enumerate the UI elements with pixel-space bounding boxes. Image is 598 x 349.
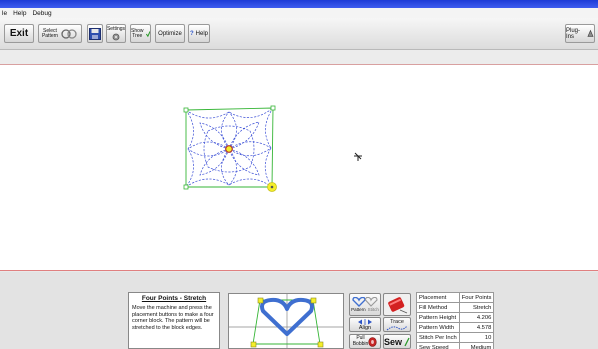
trace-path-icon	[386, 325, 408, 330]
property-row[interactable]: Placement Four Points	[416, 292, 495, 303]
needle-position-dot	[270, 185, 274, 189]
property-value[interactable]: 4.206	[458, 312, 495, 323]
pattern-stitch-toggle[interactable]: Pattern Stitch	[349, 293, 381, 316]
placement-description-body: Move the machine and press the placement…	[132, 305, 214, 331]
placement-description-box: Four Points - Stretch Move the machine a…	[128, 292, 220, 349]
property-row[interactable]: Pattern Width 4.578	[416, 322, 495, 333]
question-mark-icon: ?	[189, 30, 194, 37]
thread-spool-button[interactable]	[383, 293, 411, 316]
sew-label: Sew	[384, 336, 403, 347]
align-button[interactable]: Align	[349, 317, 381, 332]
properties-table: Placement Four Points Fill Method Stretch Pa…	[416, 292, 495, 349]
property-label: Stitch Per Inch	[416, 332, 460, 343]
bottom-panel: Four Points - Stretch Move the machine a…	[0, 272, 598, 349]
toolbar-spacer	[0, 50, 598, 64]
show-tree-label-line2: Tree	[132, 32, 143, 39]
property-value[interactable]: Four Points	[458, 292, 495, 303]
property-label: Pattern Width	[416, 322, 460, 333]
gear-icon	[112, 33, 120, 40]
exit-button-label: Exit	[9, 27, 29, 39]
quilting-canvas[interactable]	[0, 64, 598, 271]
bobbin-icon	[368, 336, 377, 347]
property-value[interactable]: 4.578	[458, 322, 495, 333]
property-value[interactable]: Stretch	[458, 302, 495, 313]
select-pattern-label-line2: Pattern	[41, 32, 59, 39]
pull-bobbin-label-line2: Bobbin	[352, 340, 369, 347]
menu-help[interactable]: Help	[13, 10, 26, 17]
start-point-marker[interactable]	[225, 145, 233, 153]
property-label: Placement	[416, 292, 460, 303]
property-label: Pattern Height	[416, 312, 460, 323]
save-icon	[89, 27, 101, 40]
pull-bobbin-label: Pull Bobbin	[352, 335, 369, 347]
placement-description-title: Four Points - Stretch	[141, 295, 207, 302]
heart-preview-graphic	[229, 294, 343, 348]
settings-button[interactable]: Settings	[106, 24, 126, 43]
spool-icon	[388, 296, 408, 313]
select-pattern-label: Select Pattern	[41, 28, 59, 39]
toolbar: Exit Select Pattern Settings Show Tree O…	[0, 18, 598, 50]
sew-button[interactable]: Sew	[383, 334, 411, 349]
help-button[interactable]: ? Help	[188, 24, 210, 43]
select-pattern-icon	[61, 28, 77, 39]
pull-bobbin-button[interactable]: Pull Bobbin	[349, 334, 381, 349]
property-label: Fill Method	[416, 302, 460, 313]
needle-icon	[404, 337, 410, 346]
property-value[interactable]: 10	[458, 332, 495, 343]
property-label: Sew Speed	[416, 342, 460, 349]
settings-label: Settings	[106, 25, 126, 32]
show-tree-button[interactable]: Show Tree	[130, 24, 151, 43]
plugin-icon	[587, 29, 594, 37]
window-titlebar	[0, 0, 598, 8]
plugins-label: Plug-Ins	[566, 27, 581, 40]
menu-debug[interactable]: Debug	[32, 10, 51, 17]
machine-cursor-icon	[354, 152, 362, 161]
property-row[interactable]: Fill Method Stretch	[416, 302, 495, 313]
menu-file[interactable]: le	[2, 10, 7, 17]
align-label: Align	[358, 324, 372, 331]
show-tree-label: Show Tree	[131, 28, 144, 39]
property-row[interactable]: Stitch Per Inch 10	[416, 332, 495, 343]
select-pattern-button[interactable]: Select Pattern	[38, 24, 82, 43]
help-label: Help	[195, 30, 208, 37]
checkmark-icon	[145, 30, 150, 37]
pattern-layout	[183, 105, 362, 192]
save-button[interactable]	[87, 24, 103, 43]
stitch-toggle-label[interactable]: Stitch	[368, 307, 379, 312]
property-value[interactable]: Medium	[458, 342, 495, 349]
placement-preview[interactable]	[228, 293, 344, 349]
pattern-toggle-label[interactable]: Pattern	[351, 307, 366, 312]
heart-toggle-icon	[352, 297, 378, 307]
exit-button[interactable]: Exit	[4, 24, 34, 43]
optimize-label: Optimize	[158, 30, 182, 37]
menu-bar: le Help Debug	[0, 8, 598, 18]
property-row[interactable]: Sew Speed Medium	[416, 342, 495, 349]
optimize-button[interactable]: Optimize	[155, 24, 185, 43]
trace-button[interactable]: Trace	[383, 317, 411, 332]
property-row[interactable]: Pattern Height 4.206	[416, 312, 495, 323]
plugins-button[interactable]: Plug-Ins	[565, 24, 595, 43]
